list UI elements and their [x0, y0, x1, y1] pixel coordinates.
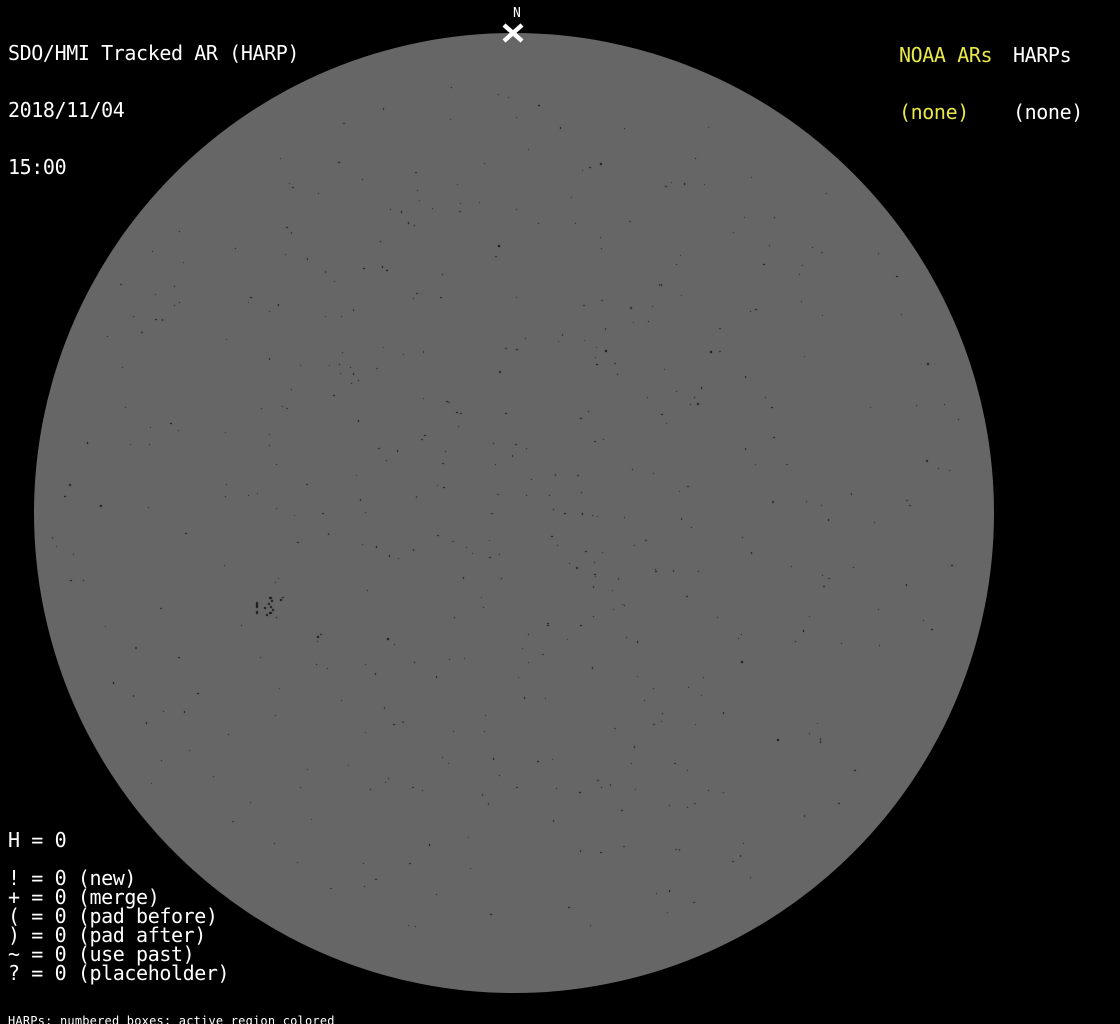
footer-caption-harps: HARPs: numbered boxes; active region col…: [8, 1014, 335, 1024]
noaa-ars-label: NOAA ARs: [899, 43, 993, 67]
time-label: 15:00: [8, 155, 67, 179]
north-pole-marker-icon: [502, 23, 524, 43]
header-block: SDO/HMI Tracked AR (HARP) 2018/11/04 15:…: [8, 6, 299, 215]
harp-count: H = 0: [8, 828, 67, 852]
noaa-ars-value: (none): [899, 100, 969, 124]
harps-block: HARPs (none): [1013, 8, 1083, 160]
solar-map-viewer: N SDO/HMI Tracked AR (HARP) 2018/11/04 1…: [0, 0, 1120, 1024]
legend-item: ? = 0 (placeholder): [8, 961, 230, 985]
app-title: SDO/HMI Tracked AR (HARP): [8, 41, 300, 65]
harps-value: (none): [1013, 100, 1083, 124]
noaa-ars-block: NOAA ARs (none): [899, 8, 993, 160]
footer-captions: HARPs: numbered boxes; active region col…: [8, 991, 439, 1024]
north-label: N: [513, 6, 521, 21]
legend-list: ! = 0 (new) + = 0 (merge)( = 0 (pad befor…: [8, 868, 230, 985]
harps-label: HARPs: [1013, 43, 1072, 67]
date-label: 2018/11/04: [8, 98, 125, 122]
